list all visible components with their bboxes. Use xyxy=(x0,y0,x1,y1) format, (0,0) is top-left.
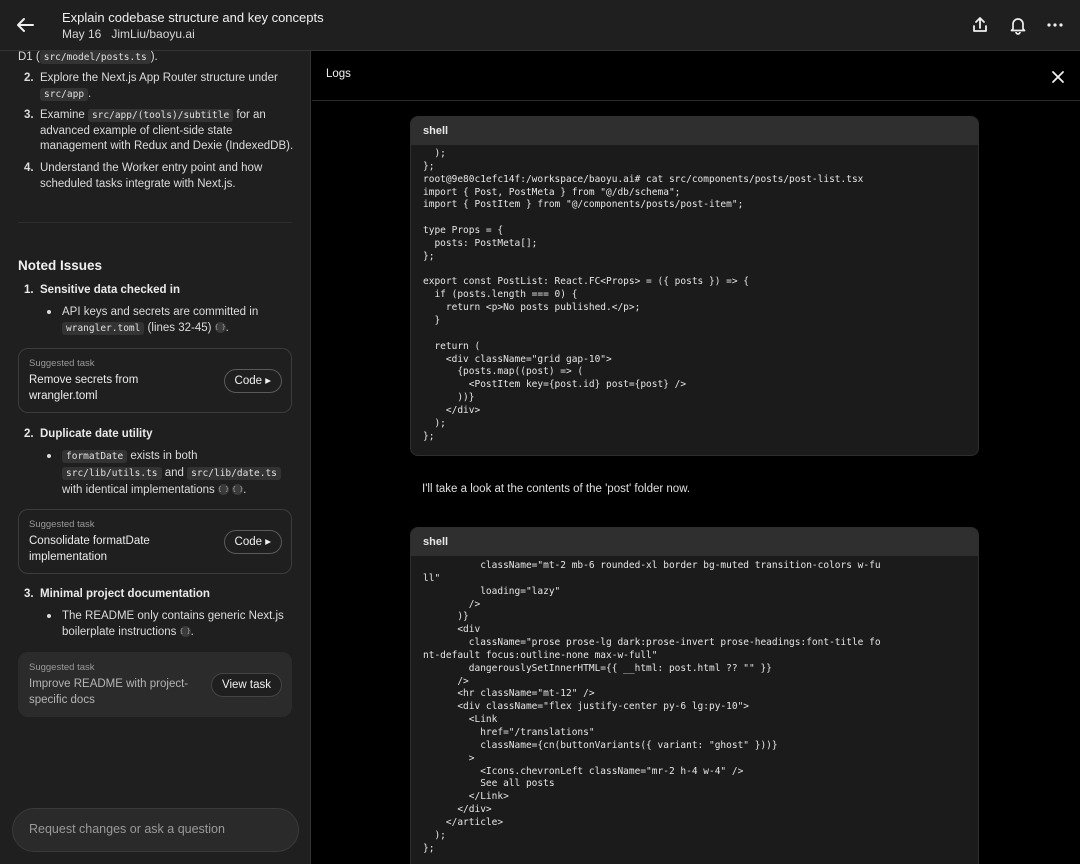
issue-detail: The README only contains generic Next.js… xyxy=(47,608,286,640)
task-title: Explain codebase structure and key conce… xyxy=(62,10,324,25)
step-item: 4. Understand the Worker entry point and… xyxy=(24,162,263,190)
bell-icon[interactable] xyxy=(1008,15,1028,35)
logs-title: Logs xyxy=(326,68,351,80)
suggested-task-title: Consolidate formatDate implementation xyxy=(29,535,150,563)
issue-detail: API keys and secrets are committed in wr… xyxy=(47,304,286,337)
close-icon[interactable] xyxy=(1050,69,1066,85)
suggested-task-card: Suggested task Improve README with proje… xyxy=(18,652,292,717)
inline-code: wrangler.toml xyxy=(62,322,145,335)
section-heading: Noted Issues xyxy=(18,258,103,273)
inline-code: formatDate xyxy=(62,450,128,463)
divider xyxy=(18,222,292,223)
inline-code: src/app xyxy=(40,87,89,101)
share-icon[interactable] xyxy=(970,15,990,35)
step-item: 3. Examine src/app/(tools)/subtitle for … xyxy=(24,109,294,152)
citation-icon[interactable]: { } xyxy=(232,484,244,496)
suggested-task-card: Suggested task Consolidate formatDate im… xyxy=(18,509,292,574)
logs-panel: Logs shell ); }; root@9e80c1efc14f:/work… xyxy=(312,51,1080,864)
divider xyxy=(312,100,1080,101)
back-arrow-icon[interactable] xyxy=(14,14,36,36)
suggested-task-label: Suggested task xyxy=(29,519,95,530)
code-button[interactable]: Code ▸ xyxy=(223,530,282,554)
step-cutoff: D1 (src/model/posts.ts). xyxy=(18,51,158,64)
shell-label: shell xyxy=(411,528,978,556)
issue-heading: 2. Duplicate date utility xyxy=(24,428,153,440)
suggested-task-label: Suggested task xyxy=(29,662,95,673)
shell-output-block: shell ); }; root@9e80c1efc14f:/workspace… xyxy=(410,116,979,456)
summary-panel: D1 (src/model/posts.ts). 2. Explore the … xyxy=(0,51,311,864)
suggested-task-label: Suggested task xyxy=(29,358,95,369)
shell-output-block: shell className="mt-2 mb-6 rounded-xl bo… xyxy=(410,527,979,864)
task-date: May 16 xyxy=(62,27,102,41)
view-task-button[interactable]: View task xyxy=(210,673,282,697)
suggested-task-title: Remove secrets from wrangler.toml xyxy=(29,374,139,402)
suggested-task-title: Improve README with project-specific doc… xyxy=(29,678,189,706)
repo-name: JimLiu/baoyu.ai xyxy=(111,27,195,41)
issue-detail: formatDate exists in both src/lib/utils.… xyxy=(47,448,286,498)
inline-code: src/model/posts.ts xyxy=(39,51,151,64)
issue-heading: 1. Sensitive data checked in xyxy=(24,284,180,296)
shell-label: shell xyxy=(411,117,978,145)
inline-code: src/lib/utils.ts xyxy=(62,467,162,480)
citation-icon[interactable]: { } xyxy=(217,484,229,496)
task-meta: May 16 JimLiu/baoyu.ai xyxy=(62,27,205,41)
citation-icon[interactable]: { } xyxy=(214,322,226,334)
inline-code: src/app/(tools)/subtitle xyxy=(87,109,234,122)
shell-code: ); }; root@9e80c1efc14f:/workspace/baoyu… xyxy=(423,148,864,442)
shell-code: className="mt-2 mb-6 rounded-xl border b… xyxy=(423,560,881,854)
code-button[interactable]: Code ▸ xyxy=(223,369,282,393)
assistant-message: I'll take a look at the contents of the … xyxy=(422,483,691,495)
request-input[interactable]: Request changes or ask a question xyxy=(12,808,299,852)
suggested-task-card: Suggested task Remove secrets from wrang… xyxy=(18,348,292,413)
issue-heading: 3. Minimal project documentation xyxy=(24,588,210,600)
top-bar: Explain codebase structure and key conce… xyxy=(0,0,1080,51)
more-options-icon[interactable] xyxy=(1045,15,1065,35)
inline-code: src/lib/date.ts xyxy=(187,467,281,480)
citation-icon[interactable]: { } xyxy=(179,626,191,638)
step-item: 2. Explore the Next.js App Router struct… xyxy=(24,72,278,101)
